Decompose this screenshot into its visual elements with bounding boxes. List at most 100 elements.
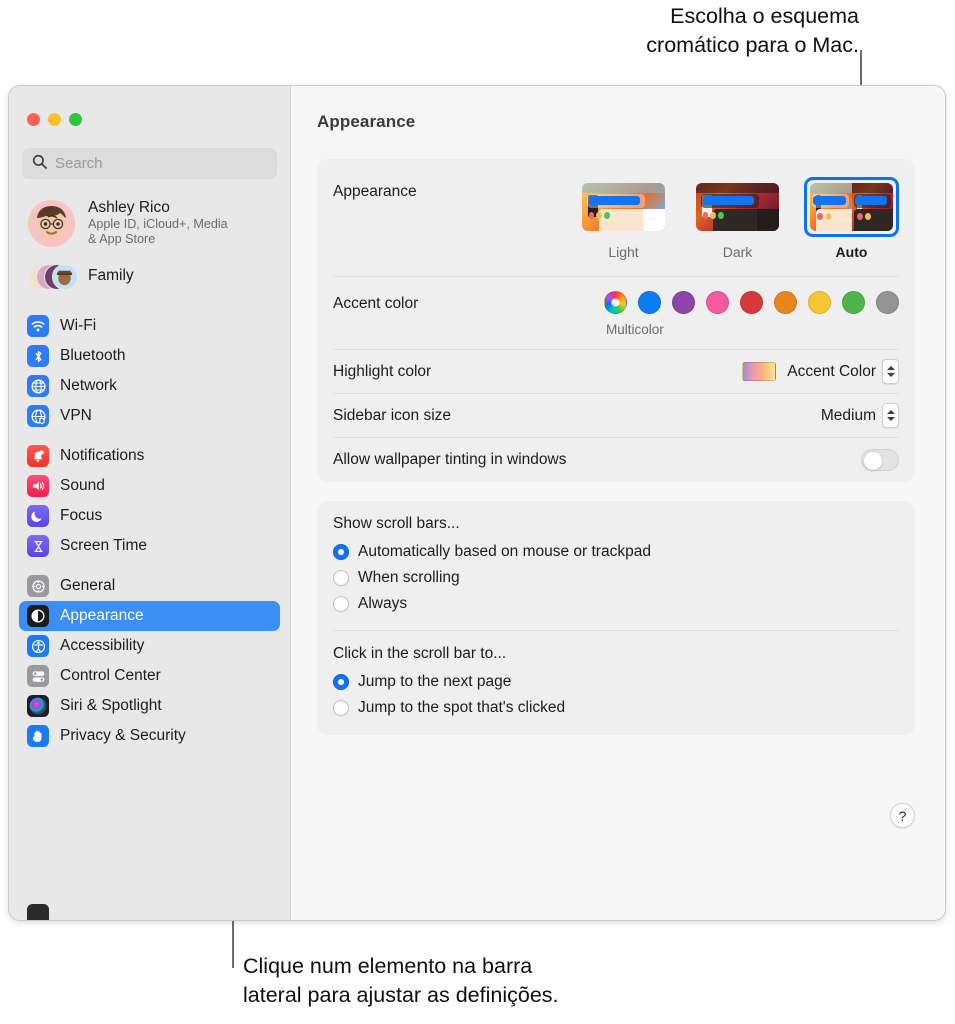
sidebar-item-label: Focus: [60, 507, 103, 524]
sidebar-item-label: Wi-Fi: [60, 317, 97, 334]
radio-button: [333, 674, 349, 690]
radio-label: When scrolling: [358, 569, 460, 586]
search-field[interactable]: [22, 148, 277, 179]
accent-swatch-graphite[interactable]: [876, 291, 899, 314]
search-input[interactable]: [55, 155, 267, 172]
minimize-button[interactable]: [48, 113, 61, 126]
radio-button: [333, 596, 349, 612]
sidebar-item-label: VPN: [60, 407, 92, 424]
bluetooth-icon: [27, 345, 49, 367]
family-avatar-4: [52, 264, 78, 290]
radio-show-scroll-when-scrolling[interactable]: When scrolling: [333, 565, 899, 591]
sidebar-item-notifications[interactable]: Notifications: [19, 441, 280, 471]
radio-button: [333, 570, 349, 586]
traffic-lights: [9, 86, 290, 126]
hand-icon: [27, 725, 49, 747]
radio-show-scroll-automatic[interactable]: Automatically based on mouse or trackpad: [333, 539, 899, 565]
show-scroll-bars-section: Show scroll bars... Automatically based …: [333, 515, 899, 617]
sidebar-item-general[interactable]: General: [19, 571, 280, 601]
theme-picker: Light Dark Auto: [576, 177, 899, 260]
sidebar-item-accessibility[interactable]: Accessibility: [19, 631, 280, 661]
sidebar-item-bluetooth[interactable]: Bluetooth: [19, 341, 280, 371]
accent-swatch-purple[interactable]: [672, 291, 695, 314]
sidebar-icon-size-label: Sidebar icon size: [333, 406, 452, 424]
sidebar-item-sound[interactable]: Sound: [19, 471, 280, 501]
theme-label: Auto: [835, 244, 868, 260]
sidebar-icon-size-value: Medium: [820, 406, 876, 424]
sidebar-item-label: Screen Time: [60, 537, 148, 554]
appearance-row: Appearance Light Dark Auto: [333, 159, 899, 277]
help-button[interactable]: ?: [890, 803, 915, 828]
highlight-color-value: Accent Color: [787, 362, 876, 380]
avatar: [28, 199, 75, 247]
radio-label: Jump to the spot that's clicked: [358, 699, 566, 716]
theme-thumb-outer: [804, 177, 899, 237]
callout-bottom-text: Clique num elemento na barra lateral par…: [243, 954, 559, 1007]
accent-swatch-multicolor[interactable]: [604, 291, 627, 314]
account-row[interactable]: Ashley Rico Apple ID, iCloud+, Media & A…: [22, 194, 277, 252]
sidebar-item-label: Siri & Spotlight: [60, 697, 162, 714]
sidebar-item-appearance[interactable]: Appearance: [19, 601, 280, 631]
highlight-color-popup[interactable]: Accent Color: [742, 359, 899, 384]
wallpaper-tinting-row: Allow wallpaper tinting in windows: [333, 438, 899, 482]
accent-swatch-yellow[interactable]: [808, 291, 831, 314]
sidebar-group-connectivity: Wi-Fi Bluetooth Network VPN: [19, 311, 280, 431]
sidebar-item-control-center[interactable]: Control Center: [19, 661, 280, 691]
theme-thumb-outer: [690, 177, 785, 237]
sidebar-item-partial-icon[interactable]: [27, 904, 49, 920]
scroll-settings-card: Show scroll bars... Automatically based …: [317, 501, 915, 735]
close-button[interactable]: [27, 113, 40, 126]
theme-option-dark[interactable]: Dark: [690, 177, 785, 260]
radio-show-scroll-always[interactable]: Always: [333, 591, 899, 617]
radio-label: Jump to the next page: [358, 673, 512, 690]
search-icon: [32, 154, 47, 174]
radio-label: Automatically based on mouse or trackpad: [358, 543, 651, 560]
sidebar-item-vpn[interactable]: VPN: [19, 401, 280, 431]
radio-button: [333, 544, 349, 560]
speaker-icon: [27, 475, 49, 497]
accent-swatch-orange[interactable]: [774, 291, 797, 314]
accent-color-label: Accent color: [333, 295, 419, 312]
accent-swatch-red[interactable]: [740, 291, 763, 314]
theme-thumb-outer: [576, 177, 671, 237]
family-row[interactable]: Family: [22, 257, 277, 295]
page-title: Appearance: [317, 112, 416, 131]
theme-option-light[interactable]: Light: [576, 177, 671, 260]
wallpaper-tinting-label: Allow wallpaper tinting in windows: [333, 451, 567, 468]
sidebar-item-wi-fi[interactable]: Wi-Fi: [19, 311, 280, 341]
sidebar-icon-size-popup[interactable]: Medium: [821, 403, 899, 428]
sidebar-item-privacy-security[interactable]: Privacy & Security: [19, 721, 280, 751]
radio-jump-to-spot[interactable]: Jump to the spot that's clicked: [333, 695, 899, 721]
sidebar-item-siri-spotlight[interactable]: Siri & Spotlight: [19, 691, 280, 721]
sidebar-item-label: Appearance: [60, 607, 144, 624]
gear-icon: [27, 575, 49, 597]
theme-thumb-auto: [810, 183, 893, 231]
appearance-settings-card: Appearance Light Dark Auto Accent color …: [317, 159, 915, 482]
accent-swatch-green[interactable]: [842, 291, 865, 314]
callout-top-text: Escolha o esquema cromático para o Mac.: [646, 4, 859, 57]
theme-option-auto[interactable]: Auto: [804, 177, 899, 260]
sidebar: Ashley Rico Apple ID, iCloud+, Media & A…: [9, 86, 291, 920]
sidebar-item-network[interactable]: Network: [19, 371, 280, 401]
sidebar-item-screen-time[interactable]: Screen Time: [19, 531, 280, 561]
vpn-globe-icon: [27, 405, 49, 427]
family-label: Family: [88, 267, 134, 284]
sidebar-item-focus[interactable]: Focus: [19, 501, 280, 531]
wifi-icon: [27, 315, 49, 337]
theme-label: Light: [608, 244, 639, 260]
wallpaper-tinting-toggle[interactable]: [861, 449, 899, 471]
zoom-button[interactable]: [69, 113, 82, 126]
highlight-color-row: Highlight color Accent Color: [333, 350, 899, 394]
accent-swatch-blue[interactable]: [638, 291, 661, 314]
scroll-bar-click-section: Click in the scroll bar to... Jump to th…: [333, 630, 899, 721]
sidebar-item-label: Network: [60, 377, 117, 394]
accent-color-picker: Multicolor: [604, 291, 899, 337]
accent-caption: Multicolor: [606, 322, 664, 337]
family-avatars: [28, 261, 78, 291]
sidebar-group-system: General Appearance Accessibility Control…: [19, 571, 280, 751]
radio-jump-next-page[interactable]: Jump to the next page: [333, 669, 899, 695]
accent-swatch-pink[interactable]: [706, 291, 729, 314]
bell-icon: [27, 445, 49, 467]
show-scroll-bars-title: Show scroll bars...: [333, 515, 460, 532]
theme-label: Dark: [722, 244, 753, 260]
